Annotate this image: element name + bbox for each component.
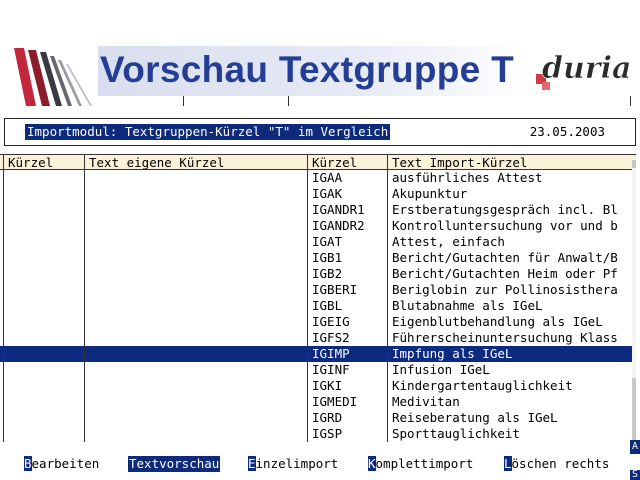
- table-row[interactable]: IGB1 Bericht/Gutachten für Anwalt/B: [0, 250, 636, 266]
- import-text-cell: Reiseberatung als IGeL: [392, 410, 558, 425]
- table-row[interactable]: IGAK Akupunktur: [0, 186, 636, 202]
- hotkey-letter: B: [24, 456, 32, 471]
- import-text-cell: Kindergartentauglichkeit: [392, 378, 573, 393]
- menu-loeschen-rechts[interactable]: Löschen rechts: [504, 456, 609, 472]
- import-text-cell: Attest, einfach: [392, 234, 505, 249]
- import-text-cell: Sporttauglichkeit: [392, 426, 520, 441]
- import-code-cell: IGINF: [312, 362, 350, 377]
- import-code-cell: IGRD: [312, 410, 343, 425]
- hotkey-letter: L: [504, 456, 512, 471]
- col-import-code: Kürzel: [312, 155, 358, 170]
- comparison-table: Kürzel Text eigene Kürzel Kürzel Text Im…: [0, 154, 636, 442]
- menu-label: inzelimport: [255, 456, 339, 471]
- table-row[interactable]: IGB2 Bericht/Gutachten Heim oder Pf: [0, 266, 636, 282]
- menu-label: öschen rechts: [511, 456, 610, 471]
- header-banner: Vorschau Textgruppe T duria: [0, 0, 640, 108]
- date-label: 23.05.2003: [529, 124, 605, 139]
- hotkey-letter: K: [368, 456, 376, 471]
- banner-tick: [183, 96, 184, 106]
- import-code-cell: IGFS2: [312, 330, 350, 345]
- table-row[interactable]: IGRD Reiseberatung als IGeL: [0, 410, 636, 426]
- import-code-cell: IGAK: [312, 186, 343, 201]
- import-code-cell: IGANDR2: [312, 218, 365, 233]
- import-code-cell: IGEIG: [312, 314, 350, 329]
- table-row[interactable]: IGANDR2 Kontrolluntersuchung vor und b: [0, 218, 636, 234]
- import-code-cell: IGB2: [312, 266, 343, 281]
- col-own-code: Kürzel: [8, 155, 54, 170]
- table-row[interactable]: IGAA ausführliches Attest: [0, 170, 636, 186]
- table-row[interactable]: IGFS2 Führerscheinuntersuchung Klass: [0, 330, 636, 346]
- import-text-cell: Bericht/Gutachten Heim oder Pf: [392, 266, 618, 281]
- menu-einzelimport[interactable]: Einzelimport: [248, 456, 338, 472]
- column-divider: [3, 154, 4, 442]
- table-row[interactable]: IGBERI Beriglobin zur Pollinosisthera: [0, 282, 636, 298]
- column-divider: [84, 154, 85, 442]
- import-text-cell: Kontrolluntersuchung vor und b: [392, 218, 618, 233]
- banner-tick: [630, 96, 631, 106]
- menu-label: omplettimport: [375, 456, 474, 471]
- menu-bearbeiten[interactable]: Bearbeiten: [24, 456, 99, 472]
- hotkey-letter: E: [248, 456, 256, 471]
- function-menu: Bearbeiten Textvorschau Einzelimport Komple…: [0, 456, 640, 474]
- import-code-cell: IGANDR1: [312, 202, 365, 217]
- import-code-cell: IGMEDI: [312, 394, 358, 409]
- import-text-cell: Akupunktur: [392, 186, 468, 201]
- import-text-cell: ausführliches Attest: [392, 170, 543, 185]
- import-code-cell: IGB1: [312, 250, 343, 265]
- table-header: Kürzel Text eigene Kürzel Kürzel Text Im…: [0, 154, 636, 170]
- side-button-a[interactable]: A: [630, 440, 640, 454]
- import-text-cell: Führerscheinuntersuchung Klass: [392, 330, 618, 345]
- menu-komplettimport[interactable]: Komplettimport: [368, 456, 473, 472]
- import-text-cell: Bericht/Gutachten für Anwalt/B: [392, 250, 618, 265]
- import-text-cell: Impfung als IGeL: [392, 346, 513, 361]
- import-code-cell: IGAA: [312, 170, 343, 185]
- table-row[interactable]: IGKI Kindergartentauglichkeit: [0, 378, 636, 394]
- col-own-text: Text eigene Kürzel: [89, 155, 225, 170]
- import-code-cell: IGKI: [312, 378, 343, 393]
- import-code-cell: IGSP: [312, 426, 343, 441]
- import-code-cell: IGBERI: [312, 282, 358, 297]
- table-row[interactable]: IGSP Sporttauglichkeit: [0, 426, 636, 442]
- import-text-cell: Beriglobin zur Pollinosisthera: [392, 282, 618, 297]
- import-text-cell: Medivitan: [392, 394, 460, 409]
- duria-brand-logo: duria: [536, 51, 632, 90]
- menu-label: Textvorschau: [129, 456, 220, 471]
- table-row[interactable]: IGAT Attest, einfach: [0, 234, 636, 250]
- import-text-cell: Blutabnahme als IGeL: [392, 298, 543, 313]
- table-row[interactable]: IGBL Blutabnahme als IGeL: [0, 298, 636, 314]
- page-title: Vorschau Textgruppe T: [100, 49, 515, 90]
- stripes-logo-icon: [14, 48, 92, 106]
- import-text-cell: Infusion IGeL: [392, 362, 490, 377]
- menu-textvorschau[interactable]: Textvorschau: [128, 456, 221, 472]
- table-row[interactable]: IGINF Infusion IGeL: [0, 362, 636, 378]
- table-row[interactable]: IGEIG Eigenblutbehandlung als IGeL: [0, 314, 636, 330]
- table-row-selected[interactable]: IGIMP Impfung als IGeL: [0, 346, 636, 362]
- import-text-cell: Erstberatungsgespräch incl. Bl: [392, 202, 618, 217]
- menu-label: earbeiten: [31, 456, 100, 471]
- col-import-text: Text Import-Kürzel: [392, 155, 528, 170]
- import-module-title: Importmodul: Textgruppen-Kürzel "T" im V…: [25, 124, 391, 140]
- import-code-cell: IGIMP: [312, 346, 350, 361]
- svg-text:duria: duria: [542, 51, 631, 86]
- column-divider: [387, 154, 388, 442]
- import-code-cell: IGAT: [312, 234, 343, 249]
- banner-tick: [288, 96, 289, 106]
- import-code-cell: IGBL: [312, 298, 343, 313]
- table-row[interactable]: IGMEDI Medivitan: [0, 394, 636, 410]
- column-divider: [307, 154, 308, 442]
- info-line: Importmodul: Textgruppen-Kürzel "T" im V…: [4, 118, 636, 146]
- table-row[interactable]: IGANDR1 Erstberatungsgespräch incl. Bl: [0, 202, 636, 218]
- import-text-cell: Eigenblutbehandlung als IGeL: [392, 314, 603, 329]
- scrollbar-thumb[interactable]: [632, 168, 636, 378]
